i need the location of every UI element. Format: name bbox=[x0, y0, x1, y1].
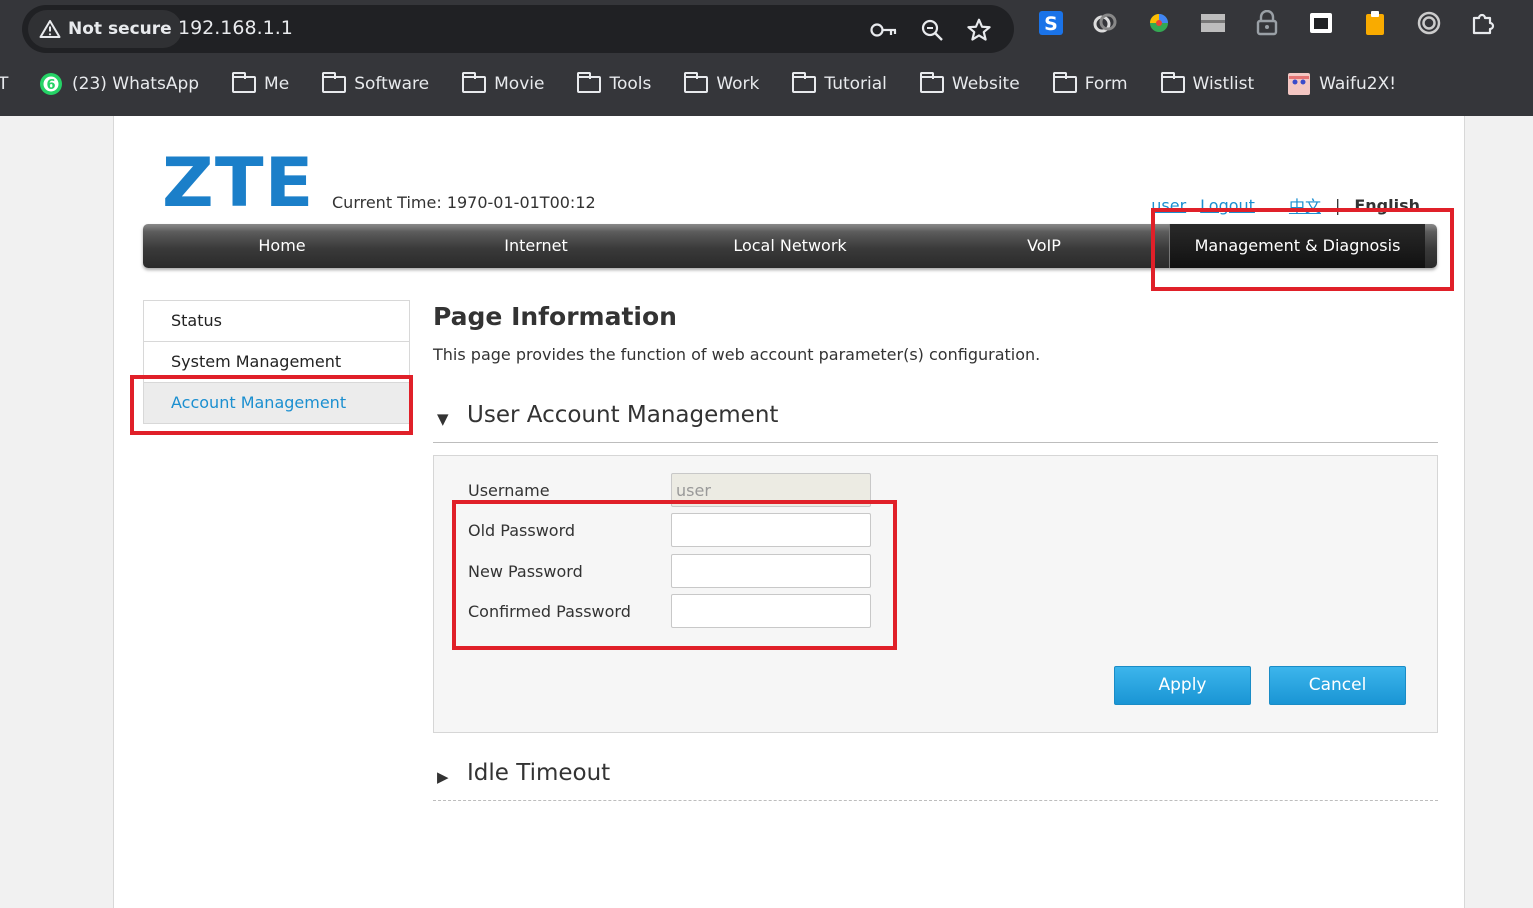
zoom-icon[interactable] bbox=[920, 18, 944, 42]
security-chip[interactable]: Not secure bbox=[28, 10, 182, 48]
link-extension-icon[interactable] bbox=[1092, 10, 1118, 36]
folder-icon bbox=[684, 71, 709, 93]
bookmark-label: Tutorial bbox=[824, 74, 887, 94]
url-text[interactable]: 192.168.1.1 bbox=[178, 17, 293, 39]
bookmark-folder-tools[interactable]: Tools bbox=[577, 71, 652, 94]
bookmark-cut-item[interactable]: T bbox=[0, 74, 14, 94]
spiral-extension-icon[interactable] bbox=[1416, 10, 1442, 36]
bookmark-folder-tutorial[interactable]: Tutorial bbox=[792, 71, 887, 94]
expand-triangle-icon: ▶ bbox=[437, 768, 449, 786]
color-extension-icon[interactable] bbox=[1146, 10, 1172, 36]
browser-toolbar: Not secure 192.168.1.1 S T 6 (23) WhatsA… bbox=[0, 0, 1533, 116]
nav-voip[interactable]: VoIP bbox=[929, 224, 1159, 268]
section-user-account-management[interactable]: ▼ User Account Management bbox=[433, 398, 1438, 443]
security-label: Not secure bbox=[68, 19, 172, 39]
page-title: Page Information bbox=[433, 302, 677, 331]
current-time: Current Time: 1970-01-01T00:12 bbox=[332, 193, 596, 212]
password-key-icon[interactable] bbox=[870, 21, 898, 39]
clipboard-extension-icon[interactable] bbox=[1362, 10, 1388, 36]
highlight-box-account-management bbox=[130, 375, 413, 435]
address-bar[interactable]: Not secure 192.168.1.1 bbox=[22, 5, 1014, 53]
bookmark-folder-work[interactable]: Work bbox=[684, 71, 760, 94]
collapse-triangle-icon: ▼ bbox=[437, 410, 449, 428]
bookmark-label: Me bbox=[264, 74, 290, 94]
bookmark-folder-website[interactable]: Website bbox=[919, 71, 1020, 94]
bookmark-folder-me[interactable]: Me bbox=[232, 71, 290, 94]
folder-icon bbox=[462, 71, 487, 93]
bookmark-label: Website bbox=[951, 74, 1020, 94]
nav-internet[interactable]: Internet bbox=[421, 224, 651, 268]
bookmark-folder-software[interactable]: Software bbox=[322, 71, 430, 94]
screen-extension-icon[interactable] bbox=[1308, 10, 1334, 36]
bookmark-label: Wistlist bbox=[1192, 74, 1255, 94]
folder-icon bbox=[1160, 71, 1185, 93]
folder-icon bbox=[232, 71, 257, 93]
folder-icon bbox=[322, 71, 347, 93]
bookmark-label: Movie bbox=[494, 74, 545, 94]
bookmark-label: Software bbox=[354, 74, 430, 94]
bookmark-label: Work bbox=[716, 74, 760, 94]
svg-text:6: 6 bbox=[46, 78, 55, 93]
apply-button[interactable]: Apply bbox=[1114, 666, 1251, 705]
lock-extension-icon[interactable] bbox=[1254, 10, 1280, 36]
bookmark-folder-wistlist[interactable]: Wistlist bbox=[1160, 71, 1255, 94]
whatsapp-icon: 6 bbox=[40, 73, 62, 95]
s-extension-icon[interactable]: S bbox=[1038, 10, 1064, 36]
nav-home[interactable]: Home bbox=[143, 224, 421, 268]
svg-text:S: S bbox=[1044, 13, 1058, 35]
window-extension-icon[interactable] bbox=[1200, 10, 1226, 36]
section-idle-timeout[interactable]: ▶ Idle Timeout bbox=[433, 756, 1438, 801]
folder-icon bbox=[919, 71, 944, 93]
extensions-puzzle-icon[interactable] bbox=[1470, 10, 1496, 36]
bookmark-label: Waifu2X! bbox=[1319, 74, 1397, 94]
warning-icon bbox=[39, 20, 61, 38]
highlight-box-management-diagnosis bbox=[1151, 208, 1454, 291]
username-label: Username bbox=[468, 481, 550, 500]
bookmark-waifu2x[interactable]: Waifu2X! bbox=[1287, 72, 1396, 96]
zte-logo: ZTE bbox=[162, 144, 315, 223]
bookmark-folder-movie[interactable]: Movie bbox=[462, 71, 545, 94]
bookmark-folder-form[interactable]: Form bbox=[1052, 71, 1128, 94]
bookmarks-bar: T 6 (23) WhatsApp Me Software Movie Tool… bbox=[0, 66, 1533, 102]
page-description: This page provides the function of web a… bbox=[433, 345, 1041, 364]
nav-local-network[interactable]: Local Network bbox=[651, 224, 929, 268]
highlight-box-password-fields bbox=[452, 500, 897, 650]
section-title: User Account Management bbox=[467, 402, 779, 428]
folder-icon bbox=[792, 71, 817, 93]
bookmark-whatsapp[interactable]: 6 (23) WhatsApp bbox=[38, 71, 199, 97]
bookmark-label: Tools bbox=[609, 74, 652, 94]
bookmark-label: Form bbox=[1084, 74, 1128, 94]
bookmark-star-icon[interactable] bbox=[966, 17, 992, 43]
folder-icon bbox=[1052, 71, 1077, 93]
bookmark-label: (23) WhatsApp bbox=[72, 74, 200, 94]
cancel-button[interactable]: Cancel bbox=[1269, 666, 1406, 705]
section-title: Idle Timeout bbox=[467, 760, 611, 786]
sidebar-item-status[interactable]: Status bbox=[144, 301, 409, 342]
folder-icon bbox=[577, 71, 602, 93]
waifu-icon bbox=[1288, 73, 1311, 95]
